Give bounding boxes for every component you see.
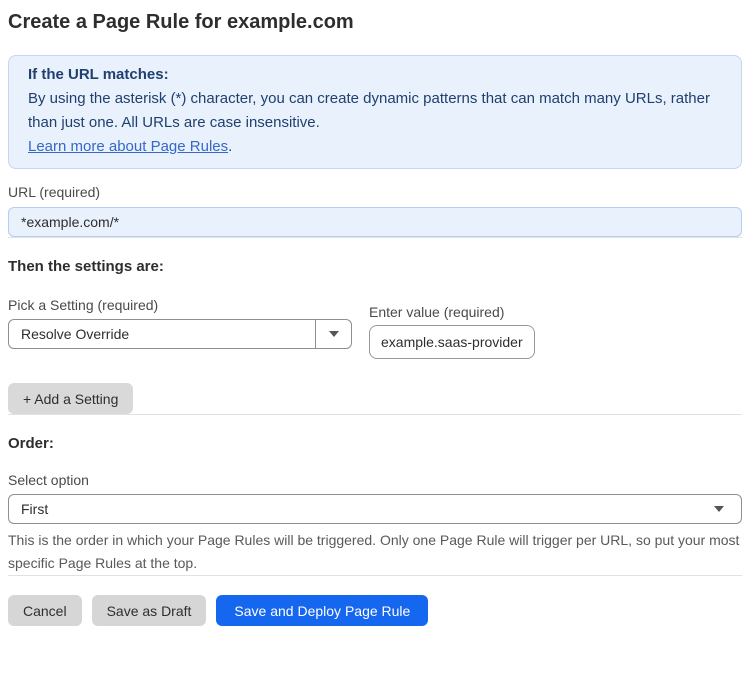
cancel-button[interactable]: Cancel xyxy=(8,595,82,626)
url-field-label: URL (required) xyxy=(8,184,101,200)
caret-down-icon xyxy=(328,331,339,337)
settings-row: Pick a Setting (required) Resolve Overri… xyxy=(8,297,742,359)
caret-down-icon xyxy=(714,506,724,512)
page-title: Create a Page Rule for example.com xyxy=(8,11,354,33)
order-select-label: Select option xyxy=(8,472,89,488)
pick-setting-selected-value: Resolve Override xyxy=(21,326,130,342)
divider xyxy=(8,237,742,238)
link-suffix: . xyxy=(228,138,233,155)
order-selected-value: First xyxy=(21,501,49,517)
add-setting-button[interactable]: + Add a Setting xyxy=(8,383,134,414)
save-draft-button[interactable]: Save as Draft xyxy=(91,595,207,626)
select-arrow-section[interactable] xyxy=(315,320,351,348)
url-matches-info-box: If the URL matches: By using the asteris… xyxy=(8,55,742,169)
footer-actions: Cancel Save as Draft Save and Deploy Pag… xyxy=(8,595,742,626)
info-box-link-line: Learn more about Page Rules. xyxy=(28,135,722,159)
caret-wrap xyxy=(714,506,729,512)
setting-value-input[interactable] xyxy=(369,325,535,359)
enter-value-column: Enter value (required) xyxy=(369,304,535,359)
save-deploy-button[interactable]: Save and Deploy Page Rule xyxy=(216,595,429,626)
pick-setting-select[interactable]: Resolve Override xyxy=(8,319,352,349)
info-box-body: By using the asterisk (*) character, you… xyxy=(28,90,710,131)
pick-setting-label: Pick a Setting (required) xyxy=(8,297,159,313)
url-input[interactable] xyxy=(8,207,742,237)
divider xyxy=(8,575,742,576)
order-section-heading: Order: xyxy=(8,435,54,452)
info-box-heading: If the URL matches: xyxy=(28,66,169,83)
learn-more-link[interactable]: Learn more about Page Rules xyxy=(28,138,228,155)
enter-value-label: Enter value (required) xyxy=(369,304,505,320)
order-select[interactable]: First xyxy=(8,494,742,524)
order-help-text: This is the order in which your Page Rul… xyxy=(8,532,740,571)
divider xyxy=(8,414,742,415)
settings-section-heading: Then the settings are: xyxy=(8,258,164,275)
pick-setting-column: Pick a Setting (required) Resolve Overri… xyxy=(8,297,352,349)
